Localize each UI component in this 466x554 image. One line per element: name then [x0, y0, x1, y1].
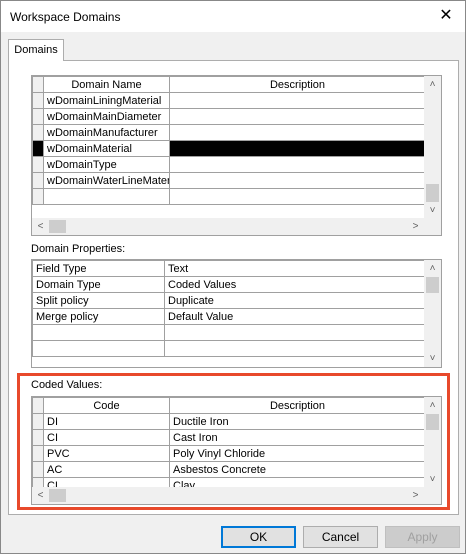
row-selector[interactable] — [32, 156, 44, 173]
scroll-down-icon[interactable]: ˅ — [424, 350, 441, 367]
domain-description-cell[interactable] — [169, 188, 426, 205]
domains-header-row: Domain Name Description — [32, 76, 426, 93]
property-value-cell[interactable]: Duplicate — [164, 292, 426, 309]
domain-name-cell[interactable]: wDomainType — [43, 156, 170, 173]
column-header-description[interactable]: Description — [169, 76, 426, 93]
domain-name-cell[interactable]: wDomainMainDiameter — [43, 108, 170, 125]
row-selector[interactable] — [32, 124, 44, 141]
table-row[interactable]: Split policy Duplicate — [32, 292, 426, 309]
domain-description-cell[interactable] — [169, 124, 426, 141]
table-row[interactable]: Field Type Text — [32, 260, 426, 277]
table-row[interactable]: wDomainMainDiameter — [32, 108, 426, 125]
scroll-left-icon[interactable]: ˂ — [32, 218, 49, 235]
table-row-new[interactable] — [32, 188, 426, 205]
table-row[interactable]: wDomainLiningMaterial — [32, 92, 426, 109]
domains-grid: Domain Name Description wDomainLiningMat… — [31, 75, 442, 236]
cancel-button[interactable]: Cancel — [303, 526, 378, 548]
row-selector[interactable] — [32, 108, 44, 125]
domain-name-cell-selected[interactable]: wDomainMaterial — [43, 140, 170, 157]
scroll-up-icon[interactable]: ˄ — [424, 260, 441, 277]
title-bar: Workspace Domains ✕ — [1, 1, 465, 32]
workspace-domains-dialog: Workspace Domains ✕ Domains Domain Name … — [0, 0, 466, 554]
domain-description-cell-selected[interactable] — [169, 140, 426, 157]
domain-description-cell[interactable] — [169, 92, 426, 109]
table-row[interactable]: wDomainWaterLineMateri — [32, 172, 426, 189]
scroll-down-icon[interactable]: ˅ — [424, 202, 441, 219]
close-icon[interactable]: ✕ — [435, 5, 457, 27]
property-value-cell[interactable]: Default Value — [164, 308, 426, 325]
domains-table: Domain Name Description wDomainLiningMat… — [32, 76, 426, 205]
domains-horizontal-scrollbar[interactable]: ˂ ˃ — [32, 218, 441, 235]
scroll-right-icon[interactable]: ˃ — [407, 218, 424, 235]
domain-properties-label: Domain Properties: — [31, 243, 126, 255]
table-row[interactable]: wDomainType — [32, 156, 426, 173]
table-row[interactable]: Merge policy Default Value — [32, 308, 426, 325]
scroll-up-icon[interactable]: ˄ — [424, 76, 441, 93]
table-row[interactable]: wDomainManufacturer — [32, 124, 426, 141]
domains-vertical-scrollbar[interactable]: ˄ ˅ — [424, 76, 441, 219]
row-header-corner — [32, 76, 44, 93]
properties-vertical-scrollbar[interactable]: ˄ ˅ — [424, 260, 441, 367]
table-row[interactable]: Domain Type Coded Values — [32, 276, 426, 293]
domain-description-cell[interactable] — [169, 172, 426, 189]
scroll-thumb[interactable] — [426, 277, 439, 293]
domain-name-cell[interactable]: wDomainLiningMaterial — [43, 92, 170, 109]
property-name-cell: Field Type — [32, 260, 165, 277]
domain-name-cell[interactable] — [43, 188, 170, 205]
coded-values-highlight-box — [17, 373, 450, 510]
property-name-cell: Domain Type — [32, 276, 165, 293]
apply-button[interactable]: Apply — [385, 526, 460, 548]
table-row-empty — [32, 324, 426, 341]
domain-properties-table: Field Type Text Domain Type Coded Values… — [32, 260, 426, 357]
domain-properties-grid: Field Type Text Domain Type Coded Values… — [31, 259, 442, 368]
property-name-cell: Merge policy — [32, 308, 165, 325]
scroll-thumb[interactable] — [426, 184, 439, 202]
domain-name-cell[interactable]: wDomainWaterLineMateri — [43, 172, 170, 189]
domain-name-cell[interactable]: wDomainManufacturer — [43, 124, 170, 141]
domain-description-cell[interactable] — [169, 108, 426, 125]
table-row-selected[interactable]: wDomainMaterial — [32, 140, 426, 157]
property-value-cell[interactable]: Coded Values — [164, 276, 426, 293]
row-selector-selected[interactable] — [32, 140, 44, 157]
row-selector[interactable] — [32, 188, 44, 205]
property-value-cell[interactable]: Text — [164, 260, 426, 277]
property-name-cell: Split policy — [32, 292, 165, 309]
table-row-empty — [32, 340, 426, 357]
scroll-thumb[interactable] — [49, 220, 66, 233]
row-selector[interactable] — [32, 172, 44, 189]
tab-domains[interactable]: Domains — [8, 39, 64, 61]
row-selector[interactable] — [32, 92, 44, 109]
ok-button[interactable]: OK — [221, 526, 296, 548]
dialog-title: Workspace Domains — [10, 10, 121, 24]
domain-description-cell[interactable] — [169, 156, 426, 173]
column-header-domain-name[interactable]: Domain Name — [43, 76, 170, 93]
